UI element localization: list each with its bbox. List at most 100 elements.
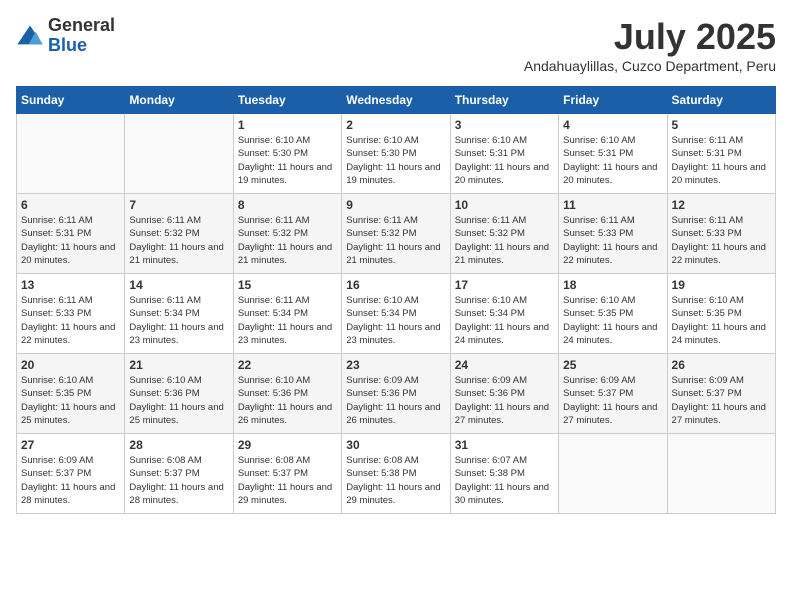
- day-info: Sunrise: 6:08 AM Sunset: 5:38 PM Dayligh…: [346, 454, 445, 507]
- calendar-cell: 18 Sunrise: 6:10 AM Sunset: 5:35 PM Dayli…: [559, 274, 667, 354]
- calendar-cell: 11Sunrise: 6:11 AM Sunset: 5:33 PM Dayli…: [559, 194, 667, 274]
- day-number: 18: [563, 278, 662, 292]
- day-info: Sunrise: 6:11 AM Sunset: 5:32 PM Dayligh…: [238, 214, 337, 267]
- header-row: SundayMondayTuesdayWednesdayThursdayFrid…: [17, 87, 776, 114]
- logo-icon: [16, 22, 44, 50]
- day-info: Sunrise: 6:11 AM Sunset: 5:32 PM Dayligh…: [129, 214, 228, 267]
- calendar-cell: 16Sunrise: 6:10 AM Sunset: 5:34 PM Dayli…: [342, 274, 450, 354]
- day-info: Sunrise: 6:10 AM Sunset: 5:30 PM Dayligh…: [238, 134, 337, 187]
- header-saturday: Saturday: [667, 87, 775, 114]
- calendar-cell: 19 Sunrise: 6:10 AM Sunset: 5:35 PM Dayli…: [667, 274, 775, 354]
- day-number: 29: [238, 438, 337, 452]
- calendar-cell: 12 Sunrise: 6:11 AM Sunset: 5:33 PM Dayli…: [667, 194, 775, 274]
- day-info: Sunrise: 6:11 AM Sunset: 5:33 PM Dayligh…: [672, 214, 771, 267]
- day-info: Sunrise: 6:10 AM Sunset: 5:30 PM Dayligh…: [346, 134, 445, 187]
- day-number: 31: [455, 438, 554, 452]
- page-header: General Blue July 2025 Andahuaylillas, C…: [16, 16, 776, 74]
- calendar-table: SundayMondayTuesdayWednesdayThursdayFrid…: [16, 86, 776, 514]
- day-info: Sunrise: 6:09 AM Sunset: 5:37 PM Dayligh…: [672, 374, 771, 427]
- day-number: 12: [672, 198, 771, 212]
- day-number: 7: [129, 198, 228, 212]
- day-number: 21: [129, 358, 228, 372]
- calendar-cell: 17 Sunrise: 6:10 AM Sunset: 5:34 PM Dayli…: [450, 274, 558, 354]
- day-info: Sunrise: 6:11 AM Sunset: 5:32 PM Dayligh…: [455, 214, 554, 267]
- calendar-cell: 15 Sunrise: 6:11 AM Sunset: 5:34 PM Dayli…: [233, 274, 341, 354]
- header-monday: Monday: [125, 87, 233, 114]
- day-info: Sunrise: 6:08 AM Sunset: 5:37 PM Dayligh…: [129, 454, 228, 507]
- day-number: 30: [346, 438, 445, 452]
- calendar-cell: 28 Sunrise: 6:08 AM Sunset: 5:37 PM Dayli…: [125, 434, 233, 514]
- day-number: 11: [563, 198, 662, 212]
- day-info: Sunrise: 6:10 AM Sunset: 5:34 PM Dayligh…: [455, 294, 554, 347]
- calendar-cell: 21 Sunrise: 6:10 AM Sunset: 5:36 PM Dayli…: [125, 354, 233, 434]
- calendar-header: SundayMondayTuesdayWednesdayThursdayFrid…: [17, 87, 776, 114]
- day-info: Sunrise: 6:11 AM Sunset: 5:34 PM Dayligh…: [238, 294, 337, 347]
- calendar-cell: 10 Sunrise: 6:11 AM Sunset: 5:32 PM Dayli…: [450, 194, 558, 274]
- day-info: Sunrise: 6:10 AM Sunset: 5:31 PM Dayligh…: [563, 134, 662, 187]
- day-number: 23: [346, 358, 445, 372]
- logo-blue: Blue: [48, 36, 115, 56]
- day-number: 8: [238, 198, 337, 212]
- calendar-cell: [667, 434, 775, 514]
- day-number: 25: [563, 358, 662, 372]
- calendar-cell: 3Sunrise: 6:10 AM Sunset: 5:31 PM Daylig…: [450, 114, 558, 194]
- day-info: Sunrise: 6:09 AM Sunset: 5:36 PM Dayligh…: [455, 374, 554, 427]
- day-info: Sunrise: 6:09 AM Sunset: 5:37 PM Dayligh…: [21, 454, 120, 507]
- day-number: 10: [455, 198, 554, 212]
- day-info: Sunrise: 6:11 AM Sunset: 5:32 PM Dayligh…: [346, 214, 445, 267]
- calendar-cell: 6 Sunrise: 6:11 AM Sunset: 5:31 PM Daylig…: [17, 194, 125, 274]
- day-number: 2: [346, 118, 445, 132]
- day-info: Sunrise: 6:10 AM Sunset: 5:35 PM Dayligh…: [563, 294, 662, 347]
- day-number: 15: [238, 278, 337, 292]
- day-number: 20: [21, 358, 120, 372]
- day-info: Sunrise: 6:11 AM Sunset: 5:31 PM Dayligh…: [672, 134, 771, 187]
- calendar-cell: 1Sunrise: 6:10 AM Sunset: 5:30 PM Daylig…: [233, 114, 341, 194]
- day-number: 26: [672, 358, 771, 372]
- calendar-cell: 9 Sunrise: 6:11 AM Sunset: 5:32 PM Daylig…: [342, 194, 450, 274]
- title-section: July 2025 Andahuaylillas, Cuzco Departme…: [524, 16, 776, 74]
- day-number: 9: [346, 198, 445, 212]
- day-info: Sunrise: 6:10 AM Sunset: 5:35 PM Dayligh…: [21, 374, 120, 427]
- header-friday: Friday: [559, 87, 667, 114]
- day-number: 22: [238, 358, 337, 372]
- day-number: 28: [129, 438, 228, 452]
- day-info: Sunrise: 6:10 AM Sunset: 5:36 PM Dayligh…: [129, 374, 228, 427]
- calendar-cell: 29 Sunrise: 6:08 AM Sunset: 5:37 PM Dayli…: [233, 434, 341, 514]
- calendar-cell: 24Sunrise: 6:09 AM Sunset: 5:36 PM Dayli…: [450, 354, 558, 434]
- calendar-cell: 7 Sunrise: 6:11 AM Sunset: 5:32 PM Daylig…: [125, 194, 233, 274]
- day-number: 13: [21, 278, 120, 292]
- week-row-2: 13 Sunrise: 6:11 AM Sunset: 5:33 PM Dayli…: [17, 274, 776, 354]
- day-info: Sunrise: 6:10 AM Sunset: 5:35 PM Dayligh…: [672, 294, 771, 347]
- calendar-cell: 8 Sunrise: 6:11 AM Sunset: 5:32 PM Daylig…: [233, 194, 341, 274]
- day-info: Sunrise: 6:08 AM Sunset: 5:37 PM Dayligh…: [238, 454, 337, 507]
- day-number: 17: [455, 278, 554, 292]
- month-title: July 2025: [524, 16, 776, 58]
- calendar-cell: 20 Sunrise: 6:10 AM Sunset: 5:35 PM Dayli…: [17, 354, 125, 434]
- calendar-cell: 13 Sunrise: 6:11 AM Sunset: 5:33 PM Dayli…: [17, 274, 125, 354]
- calendar-body: 1Sunrise: 6:10 AM Sunset: 5:30 PM Daylig…: [17, 114, 776, 514]
- calendar-cell: 25 Sunrise: 6:09 AM Sunset: 5:37 PM Dayli…: [559, 354, 667, 434]
- day-info: Sunrise: 6:09 AM Sunset: 5:37 PM Dayligh…: [563, 374, 662, 427]
- day-info: Sunrise: 6:11 AM Sunset: 5:34 PM Dayligh…: [129, 294, 228, 347]
- calendar-cell: 27 Sunrise: 6:09 AM Sunset: 5:37 PM Dayli…: [17, 434, 125, 514]
- day-info: Sunrise: 6:11 AM Sunset: 5:33 PM Dayligh…: [21, 294, 120, 347]
- header-sunday: Sunday: [17, 87, 125, 114]
- logo-general: General: [48, 16, 115, 36]
- day-info: Sunrise: 6:10 AM Sunset: 5:34 PM Dayligh…: [346, 294, 445, 347]
- calendar-cell: 2 Sunrise: 6:10 AM Sunset: 5:30 PM Daylig…: [342, 114, 450, 194]
- calendar-cell: 31Sunrise: 6:07 AM Sunset: 5:38 PM Dayli…: [450, 434, 558, 514]
- calendar-cell: 22Sunrise: 6:10 AM Sunset: 5:36 PM Dayli…: [233, 354, 341, 434]
- day-info: Sunrise: 6:10 AM Sunset: 5:31 PM Dayligh…: [455, 134, 554, 187]
- logo-text: General Blue: [48, 16, 115, 56]
- week-row-0: 1Sunrise: 6:10 AM Sunset: 5:30 PM Daylig…: [17, 114, 776, 194]
- week-row-3: 20 Sunrise: 6:10 AM Sunset: 5:35 PM Dayli…: [17, 354, 776, 434]
- day-number: 19: [672, 278, 771, 292]
- day-number: 27: [21, 438, 120, 452]
- calendar-cell: 5Sunrise: 6:11 AM Sunset: 5:31 PM Daylig…: [667, 114, 775, 194]
- week-row-1: 6 Sunrise: 6:11 AM Sunset: 5:31 PM Daylig…: [17, 194, 776, 274]
- calendar-cell: 4Sunrise: 6:10 AM Sunset: 5:31 PM Daylig…: [559, 114, 667, 194]
- day-info: Sunrise: 6:09 AM Sunset: 5:36 PM Dayligh…: [346, 374, 445, 427]
- day-number: 6: [21, 198, 120, 212]
- calendar-cell: 30 Sunrise: 6:08 AM Sunset: 5:38 PM Dayli…: [342, 434, 450, 514]
- day-info: Sunrise: 6:11 AM Sunset: 5:31 PM Dayligh…: [21, 214, 120, 267]
